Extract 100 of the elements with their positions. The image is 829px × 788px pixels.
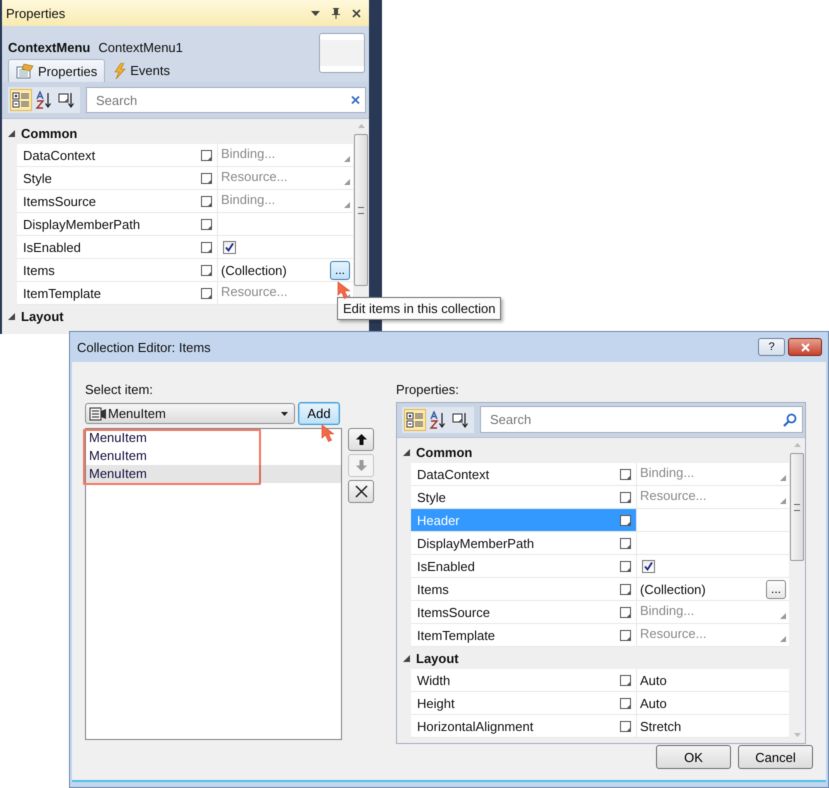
item-type-dropdown[interactable]: MenuItem — [85, 403, 295, 424]
search-field[interactable]: Search — [86, 87, 366, 113]
element-type: ContextMenu — [8, 40, 90, 55]
view-mode-button[interactable] — [10, 89, 32, 111]
dialog-title: Collection Editor: Items — [77, 340, 211, 354]
panel-title: Properties — [6, 6, 66, 20]
sort-alphabetical-icon — [429, 410, 447, 428]
remove-button[interactable] — [348, 480, 374, 503]
property-marker-icon[interactable] — [201, 288, 212, 298]
close-icon — [800, 342, 810, 352]
category-name: Common — [416, 444, 472, 460]
ok-button[interactable]: OK — [656, 745, 731, 769]
expanded-triangle-icon[interactable] — [8, 130, 15, 136]
property-name-cell[interactable]: Style — [17, 167, 218, 189]
select-item-label: Select item: — [85, 381, 154, 398]
checkbox[interactable] — [642, 560, 655, 572]
corner-triangle-icon[interactable] — [344, 156, 350, 162]
close-icon[interactable] — [352, 8, 361, 18]
property-marker-icon[interactable] — [620, 492, 631, 502]
corner-triangle-icon[interactable] — [780, 498, 786, 504]
sort-source-icon — [58, 91, 76, 109]
pin-icon[interactable] — [332, 8, 340, 18]
property-name-cell[interactable]: ItemTemplate — [411, 624, 637, 646]
property-value[interactable]: Auto — [640, 696, 667, 710]
property-marker-icon[interactable] — [620, 560, 631, 572]
property-marker-icon[interactable] — [620, 630, 631, 640]
search-field[interactable]: Search — [480, 406, 803, 433]
arrow-down-icon — [356, 460, 366, 471]
property-marker-icon[interactable] — [620, 584, 631, 594]
property-name-cell[interactable]: Style — [411, 486, 637, 508]
checkbox[interactable] — [223, 240, 236, 254]
property-marker-icon[interactable] — [201, 150, 212, 160]
close-button[interactable] — [788, 338, 822, 356]
property-name-cell[interactable]: ItemTemplate — [17, 282, 218, 304]
list-item[interactable]: MenuItem — [86, 465, 341, 483]
property-name-cell[interactable]: Items — [17, 259, 218, 281]
property-value[interactable]: Stretch — [640, 718, 682, 734]
property-marker-icon[interactable] — [201, 242, 212, 252]
corner-triangle-icon[interactable] — [780, 475, 786, 481]
property-marker-icon[interactable] — [201, 264, 212, 276]
dropdown-icon[interactable] — [311, 10, 320, 16]
property-name-cell[interactable]: HorizontalAlignment — [411, 715, 637, 737]
property-name-cell[interactable]: Items — [411, 578, 637, 600]
move-up-button[interactable] — [348, 428, 374, 451]
categorized-icon — [406, 410, 424, 428]
property-marker-icon[interactable] — [620, 514, 631, 526]
panel-tab[interactable]: Properties — [8, 59, 106, 82]
property-name-cell[interactable]: Height — [411, 692, 637, 714]
corner-triangle-icon[interactable] — [780, 613, 786, 619]
corner-triangle-icon[interactable] — [344, 179, 350, 185]
list-item[interactable]: MenuItem — [86, 447, 341, 465]
expanded-triangle-icon[interactable] — [403, 448, 410, 456]
edit-collection-button[interactable]: ... — [330, 260, 350, 280]
sort-source-icon — [452, 410, 470, 428]
clear-icon[interactable] — [351, 96, 360, 104]
property-marker-icon[interactable] — [201, 218, 212, 230]
corner-triangle-icon[interactable] — [780, 636, 786, 642]
sort-alphabetical-icon — [35, 91, 53, 109]
property-sheet-icon — [16, 63, 34, 79]
caret-icon — [281, 412, 288, 416]
edit-collection-button[interactable]: ... — [766, 580, 786, 598]
categorized-icon — [12, 91, 30, 109]
element-preview — [319, 33, 365, 73]
property-name-cell[interactable]: Width — [411, 669, 637, 691]
element-name: ContextMenu1 — [98, 40, 183, 55]
property-marker-icon[interactable] — [620, 468, 631, 480]
view-mode-button[interactable] — [404, 408, 426, 430]
lightning-icon — [114, 62, 126, 78]
property-marker-icon[interactable] — [620, 674, 631, 686]
expanded-triangle-icon[interactable] — [8, 312, 15, 320]
property-marker-icon[interactable] — [201, 172, 212, 184]
property-value: (Collection) — [221, 262, 287, 278]
property-name-cell[interactable]: DataContext — [411, 463, 637, 485]
category-name: Layout — [21, 308, 64, 324]
property-value[interactable]: Auto — [640, 672, 667, 688]
property-value: (Collection) — [640, 582, 706, 596]
category-name: Common — [21, 126, 78, 140]
category-name: Layout — [416, 650, 459, 666]
property-marker-icon[interactable] — [620, 538, 631, 548]
property-marker-icon[interactable] — [620, 720, 631, 732]
list-item[interactable]: MenuItem — [86, 429, 341, 447]
pointer-arrow-icon — [321, 424, 336, 443]
x-icon — [354, 485, 368, 498]
pointer-arrow-icon — [337, 281, 352, 300]
tooltip: Edit items in this collection — [337, 297, 502, 320]
search-icon[interactable] — [783, 412, 797, 426]
panel-tab[interactable]: Events — [107, 59, 177, 82]
add-button[interactable]: Add — [298, 402, 340, 425]
property-name-cell[interactable]: ItemsSource — [411, 601, 637, 623]
properties-label: Properties: — [396, 381, 460, 398]
cancel-button[interactable]: Cancel — [738, 745, 813, 769]
help-button[interactable]: ? — [758, 338, 785, 356]
expanded-triangle-icon[interactable] — [403, 654, 410, 662]
property-marker-icon[interactable] — [620, 698, 631, 708]
property-name-cell[interactable]: ItemsSource — [17, 190, 218, 212]
property-name-cell[interactable]: DataContext — [17, 144, 218, 166]
property-marker-icon[interactable] — [620, 606, 631, 618]
property-marker-icon[interactable] — [201, 196, 212, 206]
arrow-up-icon — [356, 434, 366, 445]
corner-triangle-icon[interactable] — [344, 202, 350, 208]
